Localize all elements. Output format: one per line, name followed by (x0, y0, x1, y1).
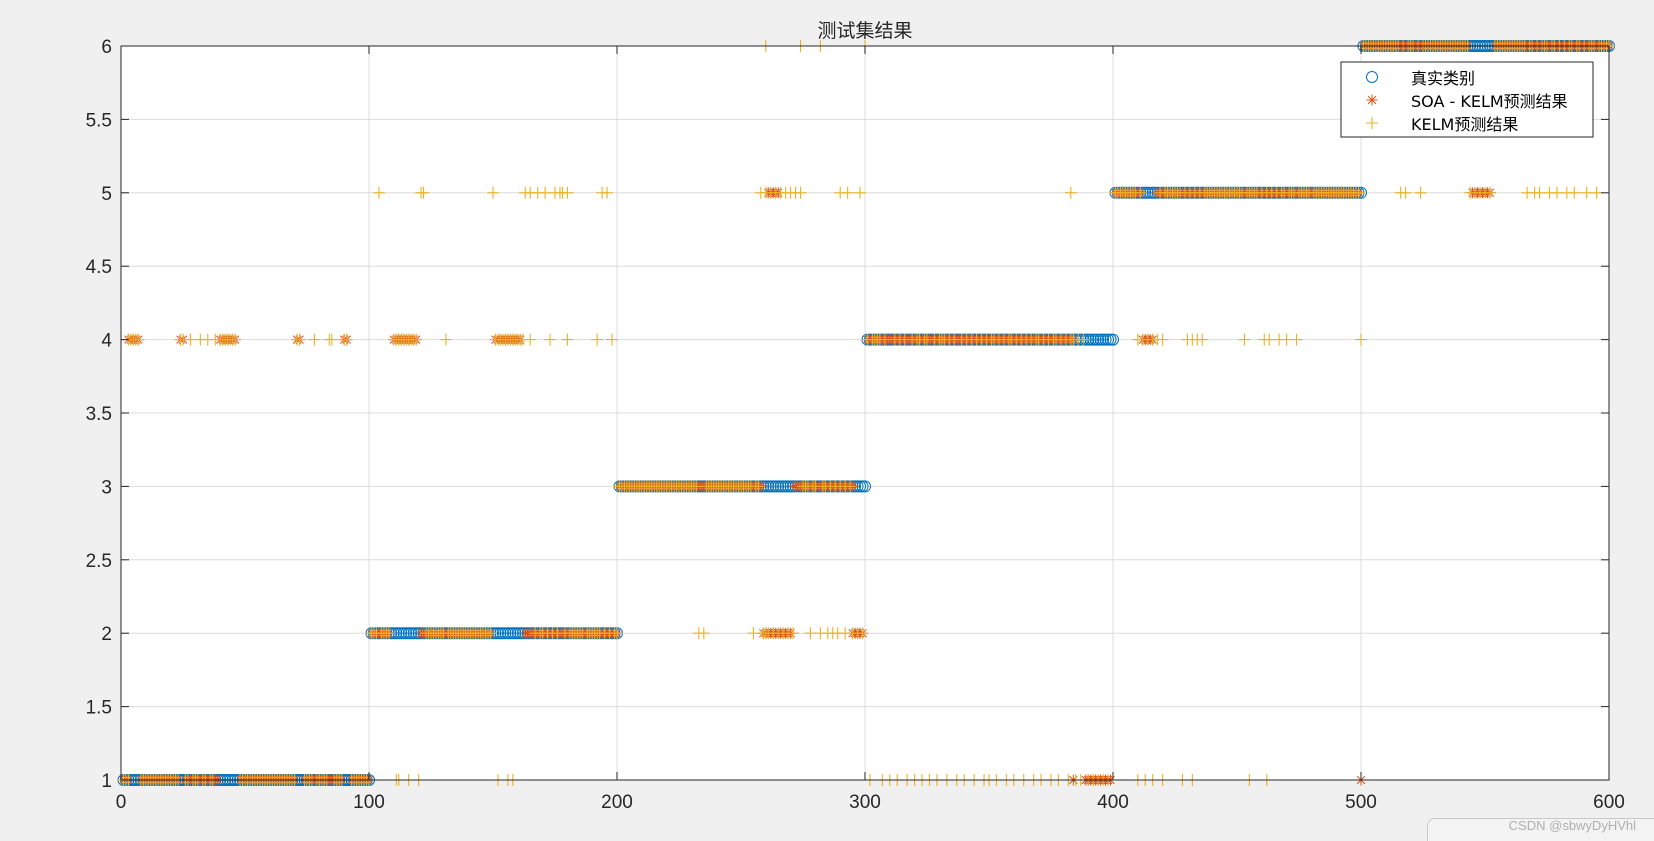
y-tick-label: 4 (101, 331, 112, 352)
y-tick-label: 1 (101, 771, 112, 792)
x-tick-label: 200 (601, 792, 633, 813)
x-tick-label: 600 (1593, 792, 1625, 813)
y-tick-label: 3.5 (86, 404, 112, 425)
legend-marker (1366, 94, 1378, 106)
watermark: CSDN @sbwyDyHVhl (1508, 818, 1636, 833)
legend-label-soa-kelm: SOA - KELM预测结果 (1411, 92, 1568, 111)
y-tick-label: 5 (101, 184, 112, 205)
y-tick-label: 1.5 (86, 698, 112, 719)
legend: 真实类别 SOA - KELM预测结果 KELM预测结果 (1340, 61, 1594, 138)
y-tick-label: 3 (101, 477, 112, 498)
chart-title: 测试集结果 (817, 20, 912, 42)
legend-marker-soa-kelm (1366, 94, 1378, 106)
chart: 0 100 200 300 400 500 600 1 1.5 2 2.5 3 3.5 4 4.5 5 5.5 6… (86, 20, 1625, 813)
y-tick-label: 6 (101, 37, 112, 58)
x-tick-label: 500 (1345, 792, 1377, 813)
x-tick-label: 100 (353, 792, 385, 813)
y-tick-label: 2 (101, 624, 112, 645)
y-tick-label: 5.5 (86, 110, 112, 131)
x-tick-label: 0 (116, 792, 127, 813)
y-tick-label: 4.5 (86, 257, 112, 278)
y-tick-label: 2.5 (86, 551, 112, 572)
legend-label-kelm: KELM预测结果 (1411, 115, 1518, 134)
x-tick-label: 300 (849, 792, 881, 813)
legend-label-true-class: 真实类别 (1411, 69, 1475, 88)
x-tick-label: 400 (1097, 792, 1129, 813)
